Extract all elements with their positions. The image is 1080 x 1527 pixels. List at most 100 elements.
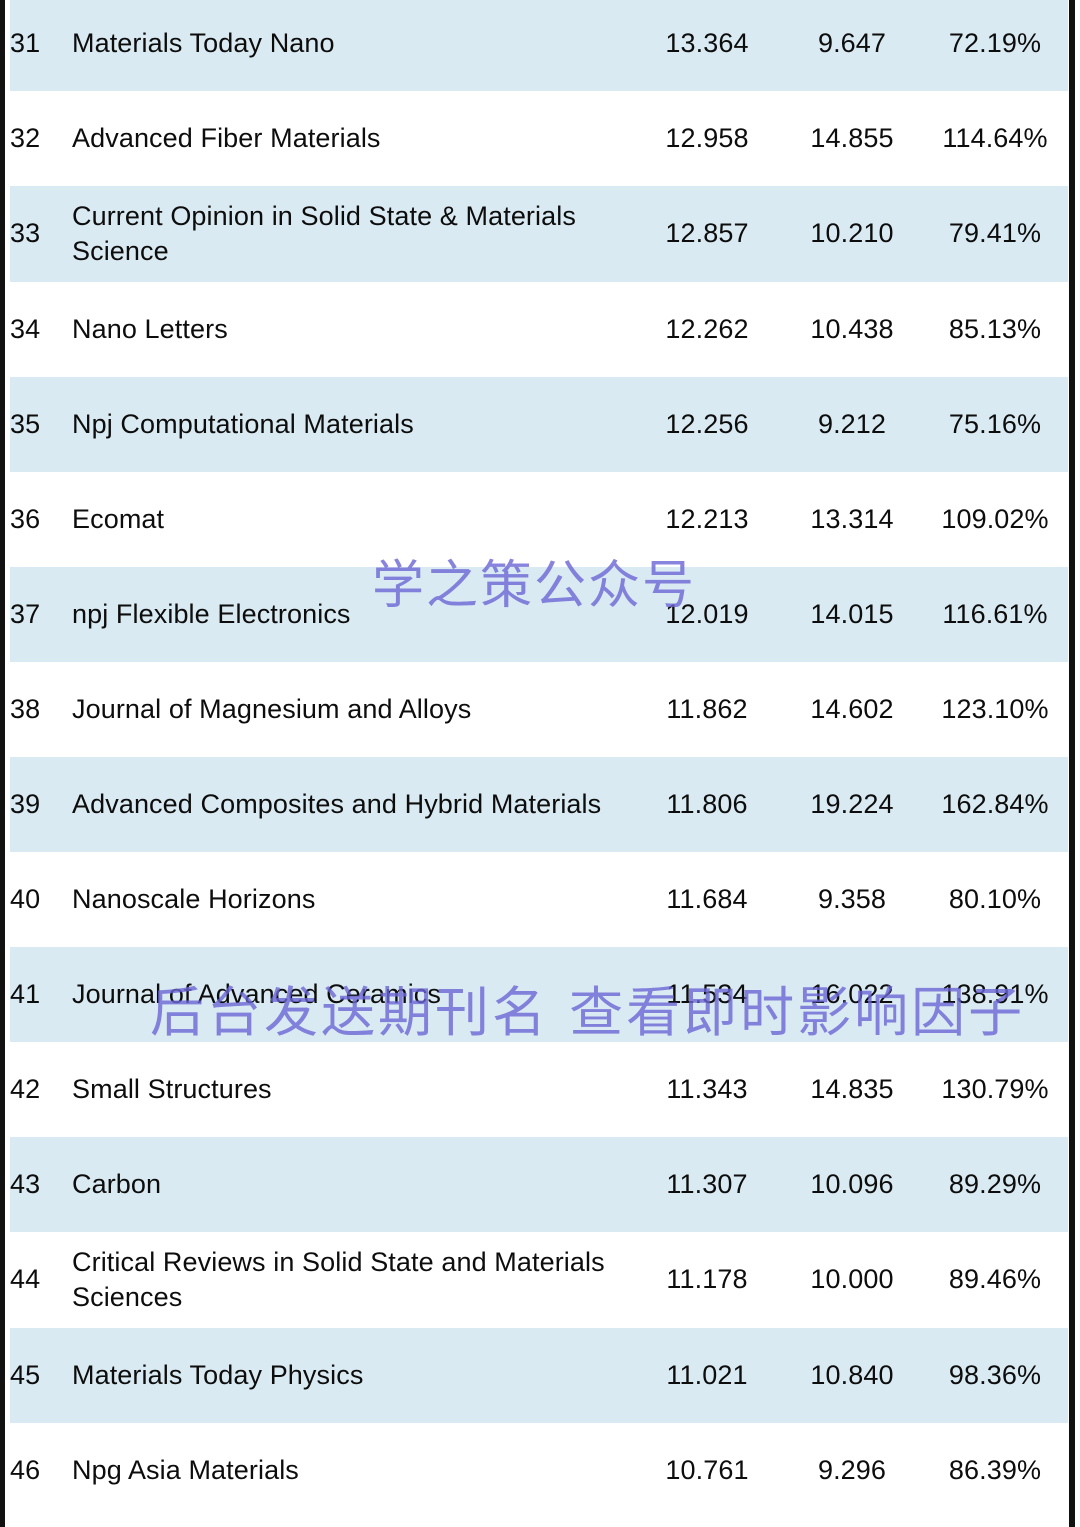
table-row[interactable]: 35 Npj Computational Materials 12.256 9.212… xyxy=(10,377,1068,472)
table-row[interactable]: 45 Materials Today Physics 11.021 10.840 98.… xyxy=(10,1328,1068,1423)
cell-journal-name: Materials Today Nano xyxy=(72,27,335,58)
cell-rank: 41 xyxy=(10,978,41,1009)
cell-rank: 46 xyxy=(10,1454,41,1485)
cell-ratio: 114.64% xyxy=(942,122,1048,153)
cell-journal-name: Npg Asia Materials xyxy=(72,1454,299,1485)
cell-previous-value: 14.855 xyxy=(810,122,894,153)
cell-rank: 32 xyxy=(10,122,41,153)
cell-previous-value: 14.835 xyxy=(810,1073,894,1104)
cell-ratio: 162.84% xyxy=(941,788,1049,819)
table-row[interactable]: 39 Advanced Composites and Hybrid Materia… xyxy=(10,757,1068,852)
cell-impact-factor: 12.857 xyxy=(665,218,749,249)
cell-ratio: 85.13% xyxy=(948,313,1042,344)
cell-impact-factor: 11.862 xyxy=(666,693,748,724)
journal-table-container: 31 Materials Today Nano 13.364 9.647 72.19% 3… xyxy=(10,0,1068,1527)
cell-journal-name: Npj Computational Materials xyxy=(72,408,414,439)
cell-impact-factor: 13.364 xyxy=(665,27,749,58)
cell-ratio: 89.29% xyxy=(948,1168,1042,1199)
cell-rank: 42 xyxy=(10,1073,41,1104)
cell-impact-factor: 11.178 xyxy=(666,1264,748,1295)
cell-previous-value: 14.602 xyxy=(810,693,894,724)
cell-journal-name: Journal of Magnesium and Alloys xyxy=(72,693,472,724)
cell-previous-value: 10.840 xyxy=(810,1359,894,1390)
cell-impact-factor: 11.806 xyxy=(666,788,748,819)
cell-ratio: 89.46% xyxy=(948,1264,1042,1295)
cell-journal-name: Journal of Advanced Ceramics xyxy=(72,978,441,1009)
cell-ratio: 86.39% xyxy=(948,1454,1042,1485)
cell-impact-factor: 12.213 xyxy=(665,503,749,534)
cell-impact-factor: 12.256 xyxy=(665,408,749,439)
page-edge-left xyxy=(0,0,5,1527)
table-row[interactable]: 36 Ecomat 12.213 13.314 109.02% xyxy=(10,472,1068,567)
cell-impact-factor: 11.343 xyxy=(666,1073,748,1104)
table-row[interactable]: 34 Nano Letters 12.262 10.438 85.13% xyxy=(10,282,1068,377)
table-row[interactable]: 33 Current Opinion in Solid State & Mater… xyxy=(10,186,1068,282)
cell-rank: 43 xyxy=(10,1168,41,1199)
cell-rank: 31 xyxy=(10,27,41,58)
cell-journal-name: Nano Letters xyxy=(72,313,228,344)
cell-journal-name: Advanced Fiber Materials xyxy=(72,122,381,153)
cell-rank: 36 xyxy=(10,503,41,534)
cell-previous-value: 10.096 xyxy=(810,1168,894,1199)
page-root: 31 Materials Today Nano 13.364 9.647 72.19% 3… xyxy=(0,0,1080,1527)
cell-rank: 34 xyxy=(10,313,41,344)
cell-previous-value: 16.022 xyxy=(810,978,894,1009)
cell-impact-factor: 11.021 xyxy=(666,1359,748,1390)
cell-rank: 45 xyxy=(10,1359,41,1390)
cell-journal-name: Carbon xyxy=(72,1168,162,1199)
cell-previous-value: 10.000 xyxy=(810,1264,894,1295)
cell-rank: 35 xyxy=(10,408,41,439)
cell-ratio: 130.79% xyxy=(941,1073,1049,1104)
cell-journal-name: Critical Reviews in Solid State and Mate… xyxy=(72,1246,605,1312)
journal-table-body: 31 Materials Today Nano 13.364 9.647 72.19% 3… xyxy=(10,0,1068,1518)
cell-previous-value: 10.210 xyxy=(810,218,894,249)
cell-impact-factor: 10.761 xyxy=(665,1454,749,1485)
page-edge-right xyxy=(1069,0,1075,1527)
table-row[interactable]: 38 Journal of Magnesium and Alloys 11.862 1… xyxy=(10,662,1068,757)
cell-ratio: 116.61% xyxy=(942,598,1048,629)
cell-ratio: 109.02% xyxy=(941,503,1049,534)
cell-journal-name: Advanced Composites and Hybrid Materials xyxy=(72,788,602,819)
cell-rank: 39 xyxy=(10,788,41,819)
cell-ratio: 75.16% xyxy=(948,408,1042,439)
table-row[interactable]: 37 npj Flexible Electronics 12.019 14.015 11… xyxy=(10,567,1068,662)
cell-previous-value: 9.212 xyxy=(817,408,887,439)
journal-impact-factor-table: 31 Materials Today Nano 13.364 9.647 72.19% 3… xyxy=(10,0,1068,1518)
table-row[interactable]: 42 Small Structures 11.343 14.835 130.79% xyxy=(10,1042,1068,1137)
cell-ratio: 98.36% xyxy=(948,1359,1042,1390)
cell-previous-value: 9.647 xyxy=(817,27,887,58)
cell-impact-factor: 11.307 xyxy=(666,1168,748,1199)
cell-ratio: 138.91% xyxy=(941,978,1049,1009)
cell-impact-factor: 12.262 xyxy=(665,313,749,344)
cell-ratio: 123.10% xyxy=(941,693,1049,724)
cell-journal-name: Current Opinion in Solid State & Materia… xyxy=(72,200,576,266)
cell-rank: 44 xyxy=(10,1264,41,1295)
cell-journal-name: Small Structures xyxy=(72,1073,272,1104)
table-row[interactable]: 44 Critical Reviews in Solid State and Ma… xyxy=(10,1232,1068,1328)
cell-previous-value: 9.358 xyxy=(817,883,887,914)
cell-impact-factor: 11.684 xyxy=(666,883,748,914)
table-row[interactable]: 31 Materials Today Nano 13.364 9.647 72.19% xyxy=(10,0,1068,91)
cell-journal-name: npj Flexible Electronics xyxy=(72,598,351,629)
cell-impact-factor: 12.019 xyxy=(665,598,749,629)
cell-rank: 40 xyxy=(10,883,41,914)
cell-journal-name: Ecomat xyxy=(72,503,165,534)
cell-journal-name: Nanoscale Horizons xyxy=(72,883,316,914)
cell-previous-value: 10.438 xyxy=(810,313,894,344)
cell-previous-value: 14.015 xyxy=(810,598,894,629)
cell-impact-factor: 11.534 xyxy=(666,978,748,1009)
cell-previous-value: 9.296 xyxy=(817,1454,887,1485)
table-row[interactable]: 40 Nanoscale Horizons 11.684 9.358 80.10% xyxy=(10,852,1068,947)
table-row[interactable]: 41 Journal of Advanced Ceramics 11.534 16.0… xyxy=(10,947,1068,1042)
cell-rank: 38 xyxy=(10,693,41,724)
cell-rank: 37 xyxy=(10,598,41,629)
cell-ratio: 79.41% xyxy=(948,218,1042,249)
table-row[interactable]: 46 Npg Asia Materials 10.761 9.296 86.39% xyxy=(10,1423,1068,1518)
cell-ratio: 80.10% xyxy=(948,883,1042,914)
cell-previous-value: 19.224 xyxy=(810,788,894,819)
table-row[interactable]: 43 Carbon 11.307 10.096 89.29% xyxy=(10,1137,1068,1232)
cell-ratio: 72.19% xyxy=(948,27,1042,58)
table-row[interactable]: 32 Advanced Fiber Materials 12.958 14.855 11… xyxy=(10,91,1068,186)
cell-rank: 33 xyxy=(10,218,41,249)
cell-journal-name: Materials Today Physics xyxy=(72,1359,364,1390)
